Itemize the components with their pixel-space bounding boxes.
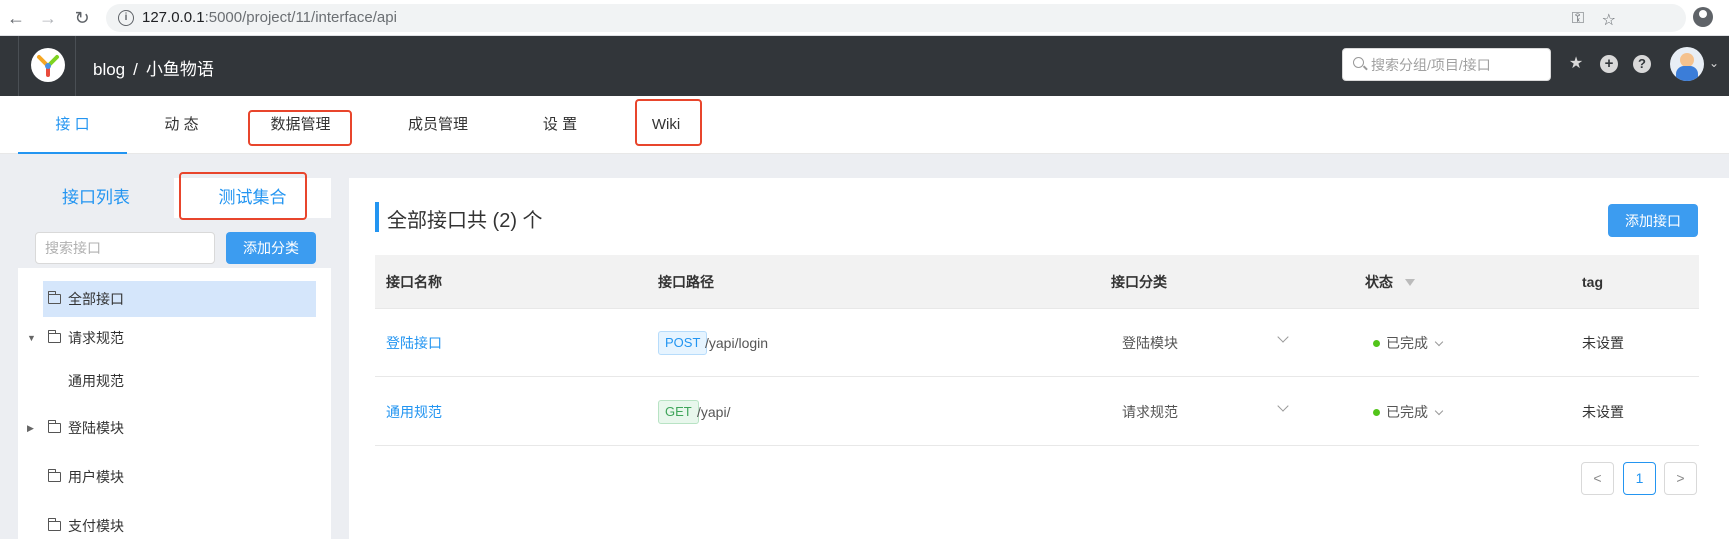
- tab-interfaces[interactable]: 接 口: [18, 96, 127, 154]
- status-select[interactable]: 已完成: [1373, 309, 1444, 377]
- column-header-status: 状态: [1365, 255, 1415, 309]
- tab-settings[interactable]: 设 置: [515, 96, 605, 154]
- pagination-page-1[interactable]: 1: [1623, 462, 1656, 495]
- breadcrumb-group[interactable]: blog: [93, 60, 125, 79]
- reload-icon[interactable]: ↻: [70, 6, 94, 30]
- column-header-tag: tag: [1582, 274, 1603, 290]
- status-dot-icon: [1373, 408, 1380, 416]
- logo-cell[interactable]: [18, 36, 76, 96]
- chevron-down-icon: [1434, 406, 1444, 416]
- folder-icon: [48, 518, 61, 531]
- site-info-icon[interactable]: i: [118, 10, 134, 26]
- key-icon[interactable]: ⚿: [1572, 10, 1584, 28]
- search-icon: [1353, 57, 1364, 68]
- tree-item-user-module[interactable]: 用户模块: [18, 459, 331, 495]
- interface-name-link[interactable]: 登陆接口: [386, 309, 442, 377]
- tree-item-request-spec[interactable]: ▼ 请求规范: [18, 320, 331, 356]
- tab-wiki[interactable]: Wiki: [636, 96, 696, 154]
- browser-toolbar: ← → ↻ i 127.0.0.1:5000/project/11/interf…: [0, 0, 1729, 36]
- interface-search-input[interactable]: [35, 232, 215, 264]
- caret-right-icon[interactable]: ▶: [27, 410, 34, 446]
- category-value: 请求规范: [1122, 404, 1178, 420]
- tree-item-label: 登陆模块: [68, 420, 124, 436]
- status-value: 已完成: [1386, 335, 1428, 351]
- pagination-next-button[interactable]: >: [1664, 462, 1697, 495]
- category-value: 登陆模块: [1122, 335, 1178, 351]
- tab-member-management[interactable]: 成员管理: [393, 96, 483, 154]
- add-interface-button[interactable]: 添加接口: [1608, 204, 1698, 237]
- tag-value: 未设置: [1582, 404, 1624, 420]
- breadcrumb-project[interactable]: 小鱼物语: [146, 60, 214, 79]
- tree-item-all[interactable]: 全部接口: [43, 281, 316, 317]
- browser-account-icon[interactable]: [1693, 7, 1713, 27]
- sidebar-tabs: 接口列表 测试集合: [18, 178, 331, 218]
- header-search[interactable]: [1342, 48, 1551, 81]
- project-subnav: 接 口 动 态 数据管理 成员管理 设 置 Wiki: [0, 96, 1729, 154]
- tree-item-label: 全部接口: [68, 291, 124, 307]
- tab-activity[interactable]: 动 态: [127, 96, 236, 154]
- interface-path: /yapi/login: [705, 335, 769, 351]
- app-header: blog / 小鱼物语 ★ + ? ⌄: [0, 36, 1729, 96]
- status-dot-icon: [1373, 339, 1380, 347]
- column-header-name: 接口名称: [386, 274, 442, 290]
- folder-icon: [48, 420, 61, 433]
- url-text[interactable]: 127.0.0.1:5000/project/11/interface/api: [142, 9, 397, 26]
- filter-icon[interactable]: [1405, 278, 1415, 286]
- chevron-down-icon: [1277, 400, 1289, 412]
- folder-icon: [48, 291, 61, 304]
- table-row: 登陆接口 POST /yapi/login 登陆模块 已完成 未设置: [375, 309, 1699, 377]
- method-badge: GET: [658, 400, 699, 424]
- pagination-prev-button[interactable]: <: [1581, 462, 1614, 495]
- chevron-down-icon: [1277, 331, 1289, 343]
- chevron-down-icon: [1434, 337, 1444, 347]
- page-title: 全部接口共 (2) 个: [387, 210, 543, 232]
- tree-item-payment-module[interactable]: 支付模块: [18, 508, 331, 539]
- help-circle-icon[interactable]: ?: [1633, 55, 1651, 73]
- interface-sidebar: 接口列表 测试集合 添加分类 全部接口 ▼ 请求规范 通用规范 ▶ 登陆模块 用…: [18, 178, 331, 539]
- breadcrumb: blog / 小鱼物语: [93, 55, 214, 80]
- category-select[interactable]: 请求规范: [1111, 398, 1297, 426]
- tab-interface-list[interactable]: 接口列表: [18, 178, 174, 218]
- interface-list-panel: 全部接口共 (2) 个 添加接口 接口名称 接口路径 接口分类 状态 tag 登…: [349, 178, 1729, 539]
- column-header-status-label: 状态: [1365, 274, 1393, 290]
- caret-down-icon[interactable]: ▼: [27, 320, 36, 356]
- yapi-logo-icon[interactable]: [31, 48, 65, 82]
- sidebar-tools: 添加分类: [18, 218, 331, 268]
- title-accent-bar: [375, 202, 379, 232]
- column-header-category: 接口分类: [1111, 274, 1167, 290]
- add-category-button[interactable]: 添加分类: [226, 232, 316, 264]
- back-arrow-icon[interactable]: ←: [4, 6, 28, 30]
- plus-circle-icon[interactable]: +: [1600, 55, 1618, 73]
- tree-item-label: 支付模块: [68, 518, 124, 534]
- address-bar[interactable]: i 127.0.0.1:5000/project/11/interface/ap…: [106, 4, 1686, 32]
- status-value: 已完成: [1386, 404, 1428, 420]
- column-header-path: 接口路径: [658, 274, 714, 290]
- interface-name-link[interactable]: 通用规范: [386, 378, 442, 446]
- interface-path: /yapi/: [697, 404, 731, 420]
- tree-item-label: 通用规范: [68, 373, 124, 389]
- avatar[interactable]: [1670, 47, 1704, 81]
- star-icon[interactable]: ★: [1567, 55, 1585, 73]
- bookmark-star-icon[interactable]: ☆: [1602, 10, 1616, 30]
- tree-item-common-spec[interactable]: 通用规范: [18, 363, 331, 399]
- table-row: 通用规范 GET /yapi/ 请求规范 已完成 未设置: [375, 378, 1699, 446]
- breadcrumb-separator: /: [133, 60, 138, 79]
- method-badge: POST: [658, 331, 708, 355]
- category-select[interactable]: 登陆模块: [1111, 329, 1297, 357]
- tree-item-login-module[interactable]: ▶ 登陆模块: [18, 410, 331, 446]
- tag-value: 未设置: [1582, 335, 1624, 351]
- tab-data-management[interactable]: 数据管理: [247, 96, 354, 154]
- tree-item-label: 用户模块: [68, 469, 124, 485]
- chevron-down-icon[interactable]: ⌄: [1709, 56, 1719, 70]
- tree-item-label: 请求规范: [68, 330, 124, 346]
- folder-icon: [48, 330, 61, 343]
- table-header: 接口名称 接口路径 接口分类 状态 tag: [375, 255, 1699, 309]
- status-select[interactable]: 已完成: [1373, 378, 1444, 446]
- forward-arrow-icon[interactable]: →: [36, 6, 60, 30]
- tab-test-collection[interactable]: 测试集合: [174, 178, 331, 218]
- folder-icon: [48, 469, 61, 482]
- header-search-input[interactable]: [1371, 55, 1541, 75]
